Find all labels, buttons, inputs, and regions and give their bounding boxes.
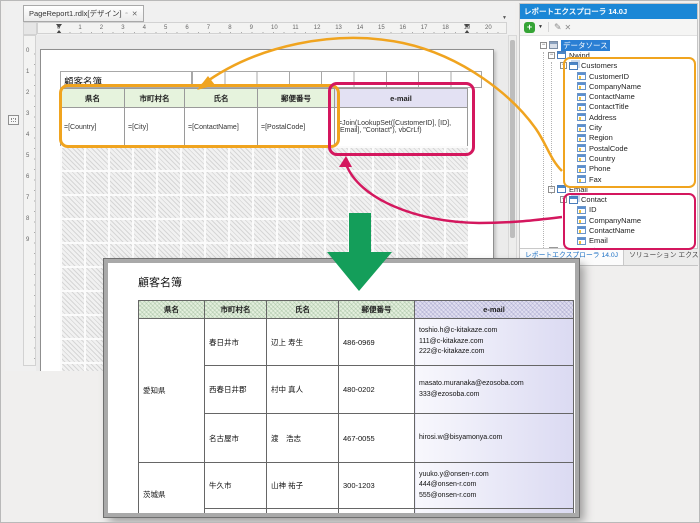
v-ruler-number: 1 (26, 69, 29, 75)
h-ruler-number: 7 (207, 25, 210, 31)
preview-cell-email: toshio.h@c-kitakaze.com111@c-kitakaze.co… (415, 319, 574, 366)
ruler-corner (23, 22, 37, 35)
preview-cell-zip: 467-0055 (339, 414, 415, 463)
preview-cell-name: 渡 浩志 (267, 414, 339, 463)
explorer-toolbar: + ▼ ✎ ✕ (520, 19, 697, 36)
preview-window: 顧客名簿 県名市町村名氏名郵便番号e-mail愛知県春日井市辺上 寿生486-0… (104, 259, 579, 517)
dataset-icon (557, 185, 566, 193)
preview-cell-city: 西春日井郡 (205, 366, 267, 414)
h-ruler-number: 15 (378, 25, 385, 31)
preview-column-header: 氏名 (267, 301, 339, 319)
h-ruler-number: 3 (121, 25, 124, 31)
v-ruler-number: 8 (26, 216, 29, 222)
preview-header-row: 県名市町村名氏名郵便番号e-mail (139, 301, 574, 319)
preview-table-row: 茨城県牛久市山神 祐子300-1203yuuko.y@onsen-r.com44… (139, 463, 574, 509)
h-ruler-number: 17 (421, 25, 428, 31)
preview-cell-email (415, 509, 574, 518)
preview-cell-email: masato.muranaka@ezosoba.com333@ezosoba.c… (415, 366, 574, 414)
preview-cell-city (205, 509, 267, 518)
edit-pencil-icon[interactable]: ✎ (554, 22, 562, 33)
vertical-ruler: 0 1 2 3 4 5 6 7 8 9 (23, 35, 36, 366)
preview-column-header: 県名 (139, 301, 205, 319)
v-ruler-number: 9 (26, 237, 29, 243)
preview-cell-email: hirosi.w@bisyamonya.com (415, 414, 574, 463)
h-ruler-number: 16 (399, 25, 406, 31)
app-window: PageReport1.rdlx[デザイン] ▫ ✕ ▼ 01234567891… (0, 0, 700, 523)
v-ruler-number: 3 (26, 111, 29, 117)
document-tab-label: PageReport1.rdlx[デザイン] (29, 8, 122, 19)
preview-cell-zip: 486-0969 (339, 319, 415, 366)
preview-cell-pref: 愛知県 (139, 319, 205, 463)
preview-column-header: 郵便番号 (339, 301, 415, 319)
add-datasource-button[interactable]: + (524, 22, 535, 33)
h-ruler-number: 21 (506, 25, 507, 31)
highlight-customers-fields-box (563, 57, 696, 188)
h-ruler-number: 2 (100, 25, 103, 31)
h-ruler-number: 20 (485, 25, 492, 31)
tab-list-dropdown-icon[interactable]: ▼ (502, 15, 507, 21)
preview-column-header: 市町村名 (205, 301, 267, 319)
preview-cell-city: 名古屋市 (205, 414, 267, 463)
preview-cell-city: 牛久市 (205, 463, 267, 509)
h-ruler-number: 1 (78, 25, 81, 31)
v-ruler-number: 6 (26, 174, 29, 180)
delete-icon[interactable]: ✕ (565, 23, 572, 32)
h-ruler-number: 4 (143, 25, 146, 31)
panel-title: レポートエクスプローラ 14.0J (520, 4, 697, 19)
expander-minus-icon[interactable]: − (540, 42, 547, 49)
close-icon[interactable]: ✕ (132, 10, 138, 18)
v-ruler-number: 2 (26, 90, 29, 96)
document-tab[interactable]: PageReport1.rdlx[デザイン] ▫ ✕ (23, 5, 144, 22)
preview-cell-email: yuuko.y@onsen-r.com444@onsen-r.com555@on… (415, 463, 574, 509)
tree-item-label: データソース (561, 40, 610, 51)
preview-cell-zip (339, 509, 415, 518)
preview-column-header: e-mail (415, 301, 574, 319)
scrollbar-thumb[interactable] (510, 40, 515, 238)
highlight-columns-box (59, 84, 340, 148)
preview-table: 県名市町村名氏名郵便番号e-mail愛知県春日井市辺上 寿生486-0969to… (138, 300, 574, 517)
h-ruler-number: 0 (57, 25, 60, 31)
h-ruler-number: 12 (314, 25, 321, 31)
h-ruler-number: 19 (464, 25, 471, 31)
h-ruler-number: 14 (357, 25, 364, 31)
tree-item-データソース[interactable]: − データソース (520, 40, 696, 50)
preview-table-row (139, 509, 574, 518)
pin-icon[interactable]: ▫ (126, 11, 128, 17)
h-ruler-number: 8 (228, 25, 231, 31)
h-ruler-number: 10 (271, 25, 278, 31)
preview-table-row: 西春日井郡村中 真人480-0202masato.muranaka@ezosob… (139, 366, 574, 414)
add-dropdown-icon[interactable]: ▼ (538, 24, 543, 30)
v-ruler-number: 0 (26, 48, 29, 54)
expander-minus-icon[interactable]: − (548, 186, 555, 193)
preview-cell-name: 辺上 寿生 (267, 319, 339, 366)
expander-minus-icon[interactable]: − (548, 52, 555, 59)
preview-cell-name (267, 509, 339, 518)
preview-cell-city: 春日井市 (205, 319, 267, 366)
preview-report-title: 顧客名簿 (138, 274, 182, 290)
report-explorer-panel: レポートエクスプローラ 14.0J + ▼ ✎ ✕ −データソース−Nwind−… (519, 3, 698, 266)
v-ruler-number: 7 (26, 195, 29, 201)
h-ruler-number: 9 (250, 25, 253, 31)
h-ruler-number: 6 (185, 25, 188, 31)
preview-cell-zip: 300-1203 (339, 463, 415, 509)
preview-table-row: 名古屋市渡 浩志467-0055hirosi.w@bisyamonya.com (139, 414, 574, 463)
tab-solution-explorer[interactable]: ソリューション エクスプローラー (624, 249, 700, 265)
preview-table-row: 愛知県春日井市辺上 寿生486-0969toshio.h@c-kitakaze.… (139, 319, 574, 366)
h-ruler-number: 13 (335, 25, 342, 31)
v-ruler-number: 5 (26, 153, 29, 159)
preview-cell-name: 村中 真人 (267, 366, 339, 414)
datasource-icon (549, 41, 558, 49)
h-ruler-number: 11 (292, 25, 298, 31)
h-ruler-number: 18 (442, 25, 449, 31)
v-ruler-number: 4 (26, 132, 29, 138)
highlight-contact-fields-box (563, 193, 696, 250)
page-margin-icon (8, 115, 19, 125)
toolbar-separator (548, 22, 549, 32)
horizontal-ruler: 0123456789101112131415161718192021 (37, 22, 507, 34)
highlight-email-column-box (328, 82, 475, 156)
preview-cell-zip: 480-0202 (339, 366, 415, 414)
h-ruler-number: 5 (164, 25, 167, 31)
preview-cell-name: 山神 祐子 (267, 463, 339, 509)
preview-cell-pref: 茨城県 (139, 463, 205, 518)
